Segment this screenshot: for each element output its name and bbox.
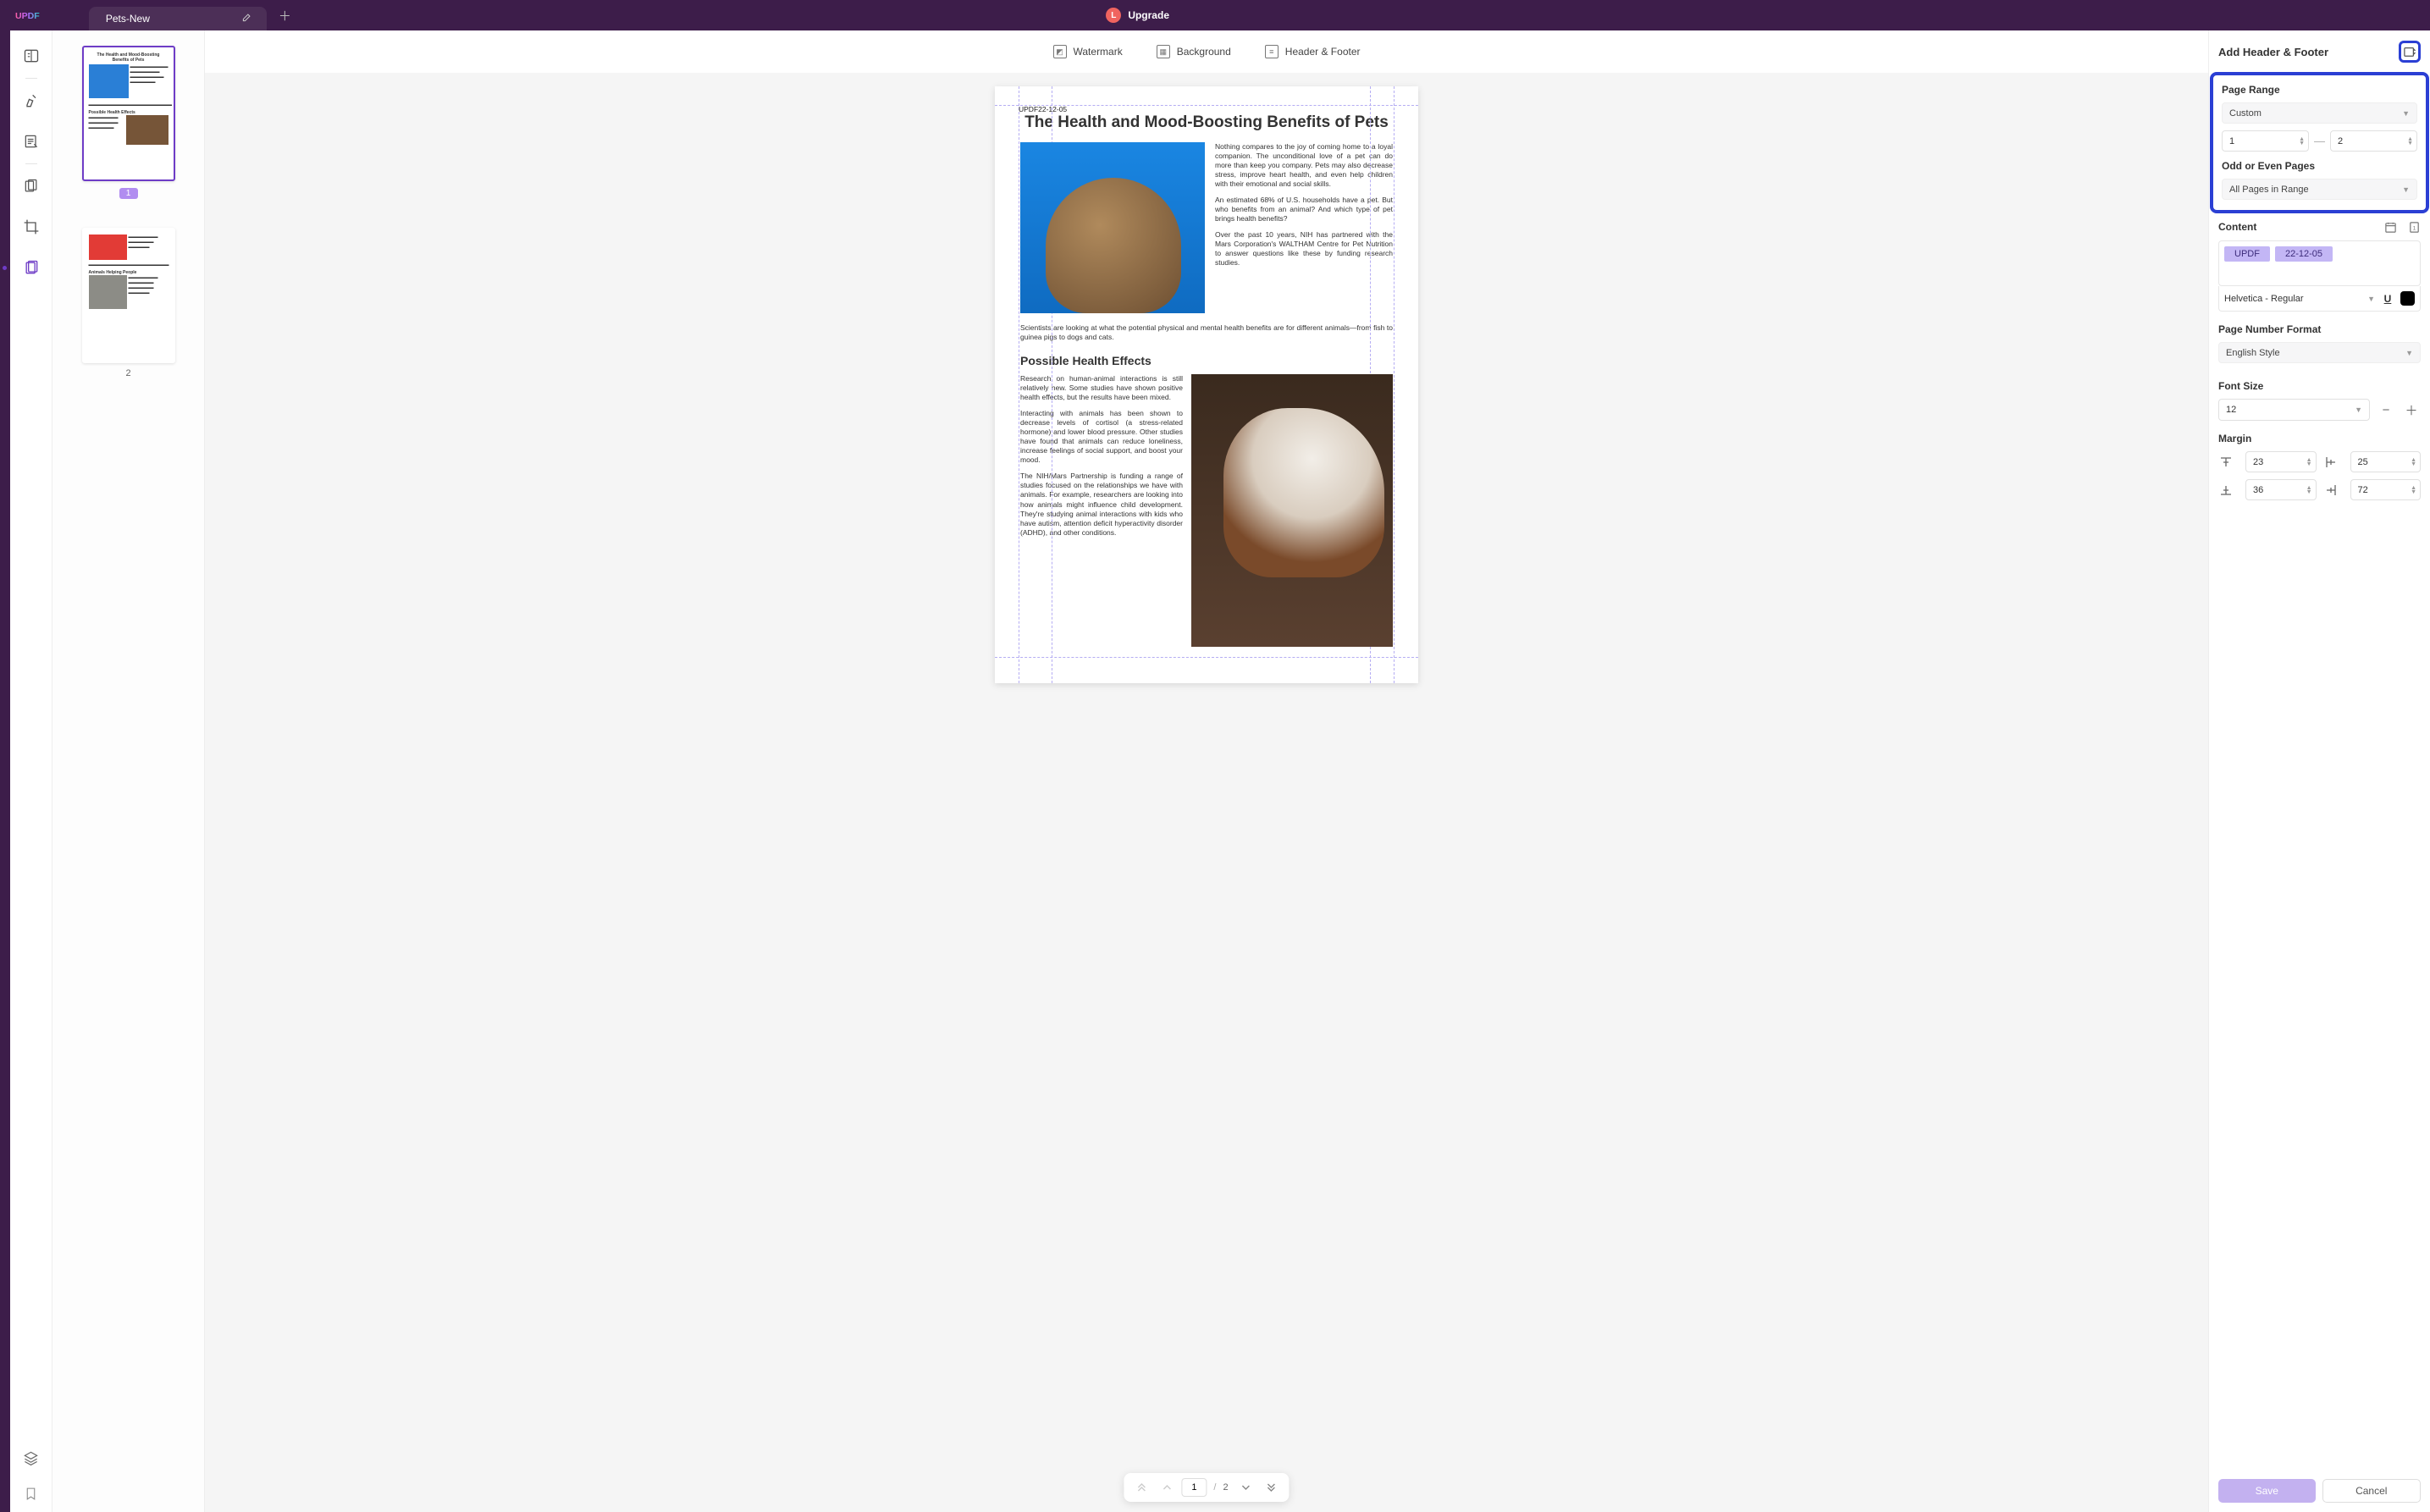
- page-navigator: / 2: [1124, 1473, 1289, 1502]
- svg-text:UPDF: UPDF: [15, 10, 40, 20]
- upgrade-link[interactable]: Upgrade: [1128, 9, 1169, 21]
- font-size-label: Font Size: [2218, 380, 2421, 392]
- margin-right-icon: [2323, 483, 2339, 498]
- next-page-button[interactable]: [1235, 1476, 1257, 1498]
- tab-header-footer[interactable]: ≡ Header & Footer: [1265, 45, 1361, 58]
- stepper-icon[interactable]: ▲▼: [2299, 137, 2305, 146]
- new-tab-button[interactable]: ＋: [279, 7, 291, 25]
- page-number-2: 2: [125, 368, 130, 378]
- font-size-decrease-button[interactable]: −: [2377, 400, 2395, 419]
- prev-page-button[interactable]: [1156, 1476, 1178, 1498]
- margin-top-field[interactable]: 23▲▼: [2245, 451, 2317, 472]
- thumbnail-panel: The Health and Mood-BoostingBenefits of …: [52, 30, 205, 1512]
- content-chip-date[interactable]: 22-12-05: [2275, 246, 2333, 262]
- range-from-field[interactable]: 1 ▲▼: [2222, 130, 2309, 152]
- page-tools-icon[interactable]: [21, 257, 41, 278]
- page-thumbnail-2[interactable]: ▬▬▬▬▬▬▬ ▬▬▬▬▬▬ ▬▬▬▬▬ ▬▬▬▬▬▬▬▬▬▬▬▬▬▬▬▬▬▬▬…: [82, 228, 175, 363]
- page-total: 2: [1223, 1482, 1228, 1493]
- dog-cat-image: [1191, 374, 1393, 647]
- chevron-down-icon: ▼: [2402, 185, 2410, 194]
- page-number-field[interactable]: [1181, 1478, 1207, 1497]
- left-toolbar: [10, 30, 52, 1512]
- page-num-format-label: Page Number Format: [2218, 323, 2421, 335]
- insert-page-number-icon[interactable]: 1: [2407, 220, 2421, 234]
- insert-date-icon[interactable]: [2383, 220, 2397, 234]
- font-size-increase-button[interactable]: ＋: [2402, 400, 2421, 419]
- page-range-label: Page Range: [2222, 84, 2417, 96]
- odd-even-label: Odd or Even Pages: [2222, 160, 2417, 172]
- document-title: The Health and Mood-Boosting Benefits of…: [1020, 113, 1393, 132]
- content-chip-updf[interactable]: UPDF: [2224, 246, 2270, 262]
- underline-button[interactable]: U: [2380, 293, 2395, 305]
- center-area: ◩ Watermark ▦ Background ≡ Header & Foot…: [205, 30, 2208, 1512]
- thumb-wrap-1: The Health and Mood-BoostingBenefits of …: [82, 46, 175, 199]
- updf-logo: UPDF: [15, 10, 64, 21]
- page-thumbnail-1[interactable]: The Health and Mood-BoostingBenefits of …: [82, 46, 175, 181]
- font-select[interactable]: Helvetica - Regular ▼: [2224, 294, 2375, 304]
- section-heading: Possible Health Effects: [1020, 354, 1393, 367]
- crop-tool-icon[interactable]: [21, 217, 41, 237]
- first-page-button[interactable]: [1130, 1476, 1152, 1498]
- tab-watermark[interactable]: ◩ Watermark: [1053, 45, 1123, 58]
- page-range-select[interactable]: Custom ▼: [2222, 102, 2417, 124]
- account-area: L Upgrade: [1106, 8, 1169, 23]
- margin-right-field[interactable]: 72▲▼: [2350, 479, 2422, 500]
- bookmark-icon[interactable]: [21, 1483, 41, 1504]
- font-color-swatch[interactable]: [2400, 291, 2415, 306]
- margin-bottom-field[interactable]: 36▲▼: [2245, 479, 2317, 500]
- titlebar: UPDF Pets-New ＋ L Upgrade: [0, 0, 1181, 30]
- margin-bottom-icon: [2218, 483, 2234, 498]
- apply-button[interactable]: [2399, 41, 2421, 63]
- page-canvas[interactable]: UPDF22-12-05 The Health and Mood-Boostin…: [205, 73, 2208, 1512]
- app-frame: The Health and Mood-BoostingBenefits of …: [10, 30, 2430, 1512]
- page-num-format-select[interactable]: English Style ▼: [2218, 342, 2421, 363]
- tab-background[interactable]: ▦ Background: [1157, 45, 1231, 58]
- document-tab[interactable]: Pets-New: [89, 7, 267, 30]
- svg-text:1: 1: [2412, 225, 2416, 231]
- chevron-down-icon: ▼: [2402, 109, 2410, 118]
- organize-pages-tool-icon[interactable]: [21, 176, 41, 196]
- avatar[interactable]: L: [1106, 8, 1121, 23]
- watermark-icon: ◩: [1053, 45, 1067, 58]
- header-preview-text: UPDF22-12-05: [1019, 105, 1067, 113]
- margin-top-icon: [2218, 455, 2234, 470]
- tab-rename-icon[interactable]: [242, 13, 251, 25]
- highlight-tool-icon[interactable]: [21, 91, 41, 111]
- edit-text-tool-icon[interactable]: [21, 131, 41, 152]
- reader-tool-icon[interactable]: [21, 46, 41, 66]
- font-size-select[interactable]: 12 ▼: [2218, 399, 2370, 421]
- chevron-down-icon: ▼: [2355, 406, 2362, 414]
- range-to-field[interactable]: 2 ▲▼: [2330, 130, 2417, 152]
- page-range-section: Page Range Custom ▼ 1 ▲▼ — 2 ▲▼ Odd or E…: [2210, 72, 2429, 213]
- stepper-icon[interactable]: ▲▼: [2407, 137, 2413, 146]
- layers-icon[interactable]: [21, 1448, 41, 1468]
- thumb-wrap-2: ▬▬▬▬▬▬▬ ▬▬▬▬▬▬ ▬▬▬▬▬ ▬▬▬▬▬▬▬▬▬▬▬▬▬▬▬▬▬▬▬…: [82, 228, 175, 378]
- content-label: Content: [2218, 221, 2256, 233]
- tab-title: Pets-New: [106, 13, 150, 25]
- background-icon: ▦: [1157, 45, 1170, 58]
- margin-left-icon: [2323, 455, 2339, 470]
- content-editor[interactable]: UPDF 22-12-05: [2218, 240, 2421, 286]
- cat-image: [1020, 142, 1205, 313]
- header-footer-panel: Add Header & Footer Page Range Custom ▼ …: [2208, 30, 2430, 1512]
- page-tools-tabs: ◩ Watermark ▦ Background ≡ Header & Foot…: [205, 30, 2208, 73]
- apply-icon: [2404, 46, 2416, 58]
- margin-label: Margin: [2218, 433, 2421, 444]
- margin-left-field[interactable]: 25▲▼: [2350, 451, 2422, 472]
- chevron-down-icon: ▼: [2367, 295, 2375, 303]
- cancel-button[interactable]: Cancel: [2322, 1479, 2422, 1503]
- page-preview: UPDF22-12-05 The Health and Mood-Boostin…: [995, 86, 1418, 683]
- odd-even-select[interactable]: All Pages in Range ▼: [2222, 179, 2417, 200]
- chevron-down-icon: ▼: [2405, 349, 2413, 357]
- save-button[interactable]: Save: [2218, 1479, 2316, 1503]
- last-page-button[interactable]: [1261, 1476, 1283, 1498]
- header-footer-icon: ≡: [1265, 45, 1279, 58]
- page-number-badge-1: 1: [119, 188, 138, 199]
- panel-title: Add Header & Footer: [2218, 46, 2328, 58]
